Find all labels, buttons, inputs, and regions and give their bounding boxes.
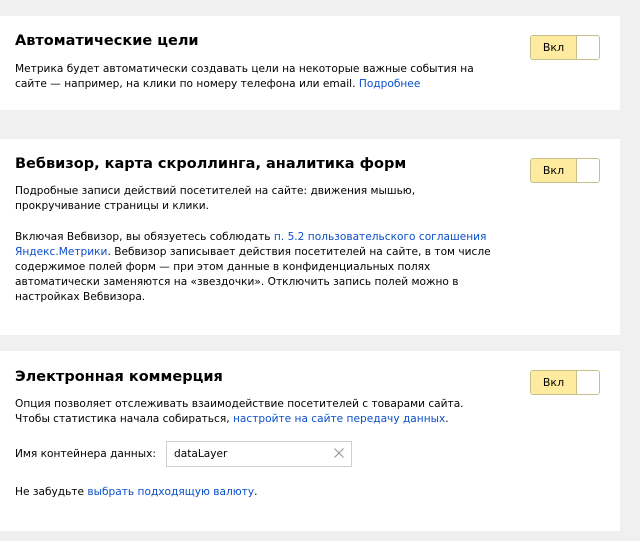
- webvisor-description-2: Включая Вебвизор, вы обязуетесь соблюдат…: [15, 230, 505, 305]
- clear-icon[interactable]: [331, 445, 347, 461]
- webvisor-agreement-link-line1: п. 5.2 пользовательского соглашения: [273, 231, 487, 243]
- container-name-label: Имя контейнера данных:: [15, 448, 156, 460]
- auto-goals-desc-line2: сайте — например, на клики по номеру тел…: [15, 78, 359, 90]
- currency-note: Не забудьте выбрать подходящую валюту.: [15, 485, 505, 500]
- auto-goals-more-link[interactable]: Подробнее: [359, 78, 420, 90]
- webvisor-desc-p2-after-link: . Вебвизор записывает действия посетител…: [107, 246, 491, 258]
- webvisor-desc-p1-line2: прокручивание страницы и клики.: [15, 200, 210, 212]
- webvisor-title: Вебвизор, карта скроллинга, аналитика фо…: [15, 156, 407, 172]
- toggle-knob: [577, 36, 599, 59]
- ecommerce-desc-line2-suffix: .: [445, 413, 449, 425]
- ecommerce-desc-line1: Опция позволяет отслеживать взаимодейств…: [15, 398, 464, 410]
- toggle-knob: [577, 371, 599, 394]
- webvisor-card: Вебвизор, карта скроллинга, аналитика фо…: [0, 139, 620, 335]
- container-name-field-wrapper: [166, 441, 352, 467]
- webvisor-toggle[interactable]: Вкл: [530, 158, 600, 183]
- ecommerce-toggle-on-label: Вкл: [531, 371, 577, 394]
- container-name-input[interactable]: [167, 442, 334, 466]
- webvisor-description-1: Подробные записи действий посетителей на…: [15, 184, 505, 214]
- auto-goals-desc-line1: Метрика будет автоматически создавать це…: [15, 63, 474, 75]
- auto-goals-card: Автоматические цели Метрика будет автома…: [0, 16, 620, 110]
- ecommerce-setup-link[interactable]: настройте на сайте передачу данных: [233, 413, 445, 425]
- webvisor-desc-p1-line1: Подробные записи действий посетителей на…: [15, 185, 416, 197]
- choose-currency-link[interactable]: выбрать подходящую валюту: [87, 486, 254, 498]
- ecommerce-card: Электронная коммерция Опция позволяет от…: [0, 351, 620, 531]
- auto-goals-toggle[interactable]: Вкл: [530, 35, 600, 60]
- webvisor-toggle-on-label: Вкл: [531, 159, 577, 182]
- webvisor-desc-p2-prefix: Включая Вебвизор, вы обязуетесь соблюдат…: [15, 231, 274, 243]
- ecommerce-desc-line2-prefix: Чтобы статистика начала собираться,: [15, 413, 233, 425]
- ecommerce-title: Электронная коммерция: [15, 369, 223, 385]
- currency-note-prefix: Не забудьте: [15, 486, 88, 498]
- auto-goals-description: Метрика будет автоматически создавать це…: [15, 62, 505, 92]
- auto-goals-toggle-on-label: Вкл: [531, 36, 577, 59]
- currency-note-suffix: .: [254, 486, 258, 498]
- toggle-knob: [577, 159, 599, 182]
- ecommerce-description: Опция позволяет отслеживать взаимодейств…: [15, 397, 505, 427]
- webvisor-desc-p2-line5: настройках Вебвизора.: [15, 291, 146, 303]
- ecommerce-toggle[interactable]: Вкл: [530, 370, 600, 395]
- webvisor-desc-p2-line3: содержимое полей форм — при этом данные …: [15, 261, 431, 273]
- auto-goals-title: Автоматические цели: [15, 33, 199, 49]
- webvisor-agreement-link-line2: Яндекс.Метрики: [15, 246, 108, 258]
- webvisor-desc-p2-line4: автоматически заменяются на «звездочки».…: [15, 276, 459, 288]
